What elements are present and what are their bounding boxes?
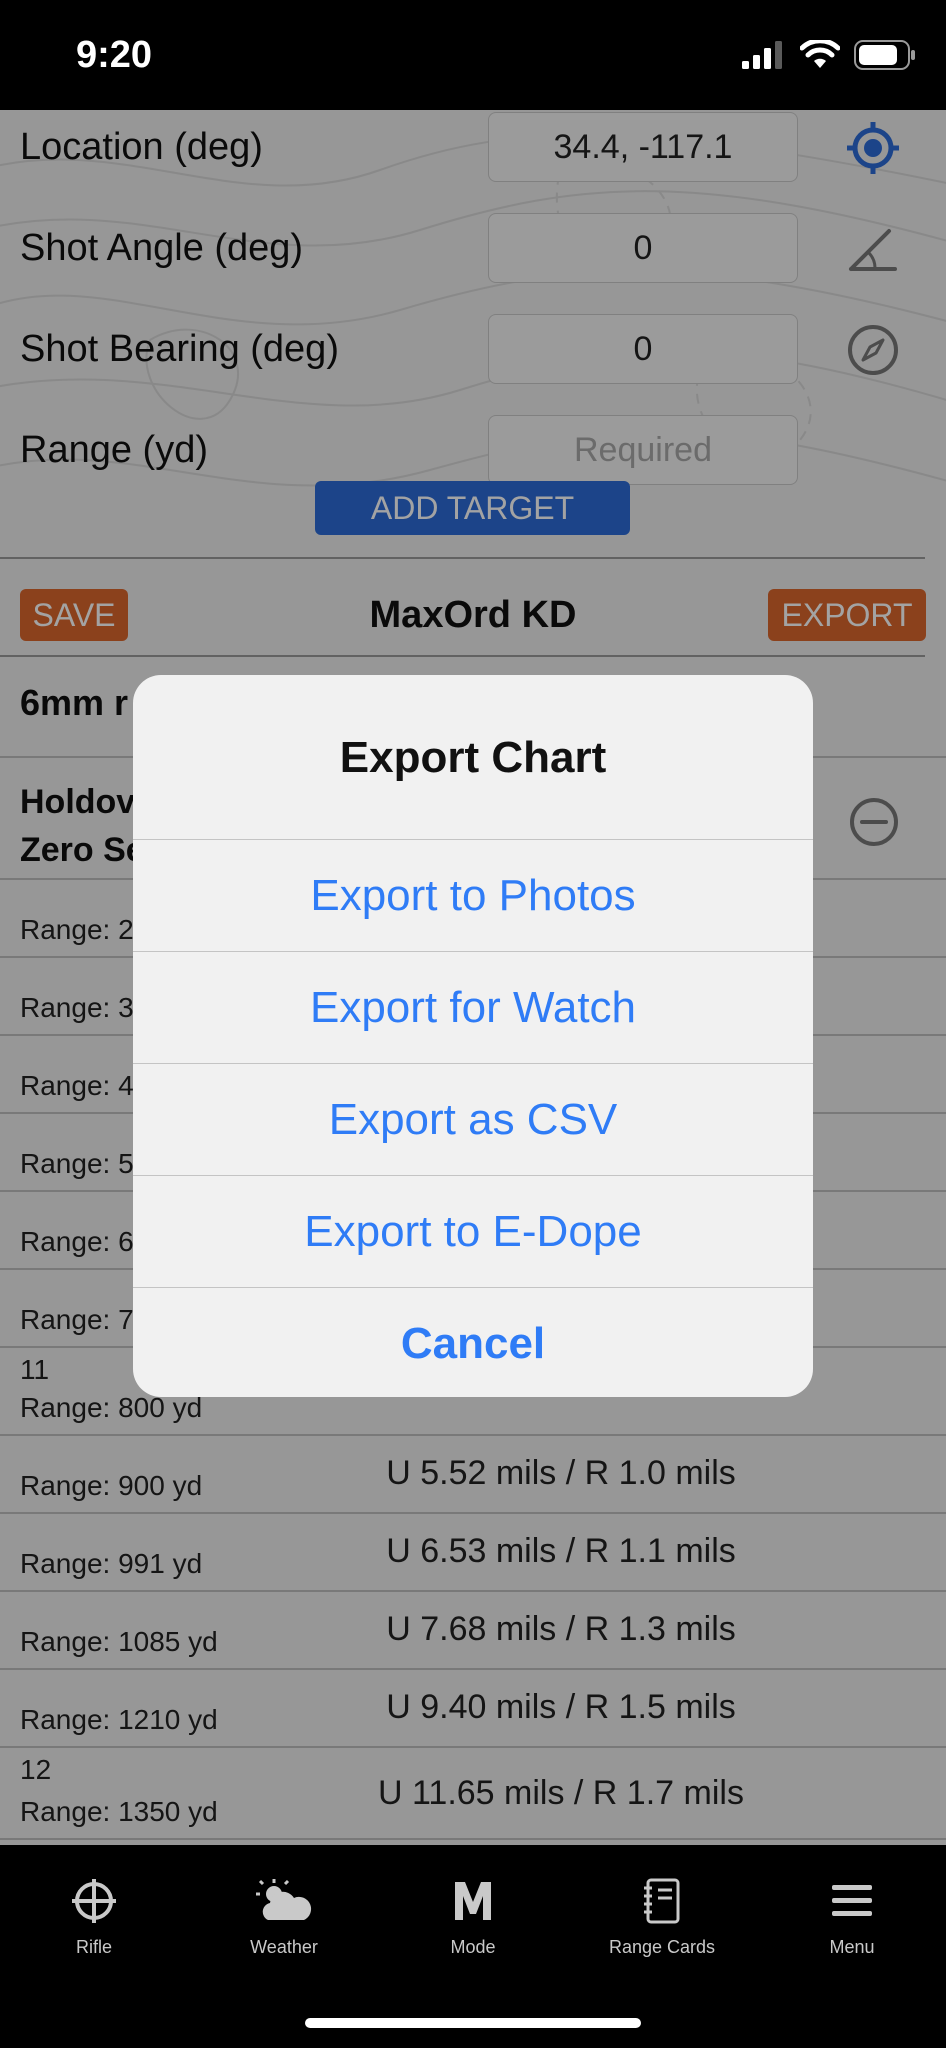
crosshair-icon xyxy=(72,1879,116,1923)
battery-icon xyxy=(854,40,915,70)
status-time: 9:20 xyxy=(76,34,153,76)
tab-rifle[interactable]: Rifle xyxy=(14,1873,174,1958)
tab-label: Mode xyxy=(450,1937,496,1957)
tab-range-cards[interactable]: Range Cards xyxy=(582,1873,742,1958)
tab-weather[interactable]: Weather xyxy=(204,1873,364,1958)
menu-icon xyxy=(832,1885,872,1916)
status-bar: 9:20 xyxy=(0,0,946,110)
tab-label: Weather xyxy=(250,1937,318,1957)
tab-label: Menu xyxy=(829,1937,875,1957)
status-icons xyxy=(742,40,916,70)
home-indicator xyxy=(305,2018,641,2028)
tab-mode[interactable]: Mode xyxy=(393,1873,553,1958)
wifi-icon xyxy=(800,40,840,68)
export-for-watch-button[interactable]: Export for Watch xyxy=(133,952,813,1064)
export-chart-dialog: Export Chart Export to Photos Export for… xyxy=(133,675,813,1397)
export-to-edope-button[interactable]: Export to E-Dope xyxy=(133,1176,813,1288)
notebook-icon xyxy=(644,1878,680,1924)
tab-label: Rifle xyxy=(75,1937,112,1957)
export-as-csv-button[interactable]: Export as CSV xyxy=(133,1064,813,1176)
dialog-title: Export Chart xyxy=(133,675,813,840)
tab-label: Range Cards xyxy=(608,1937,716,1957)
cancel-button[interactable]: Cancel xyxy=(133,1288,813,1397)
tab-menu[interactable]: Menu xyxy=(772,1873,932,1958)
export-to-photos-button[interactable]: Export to Photos xyxy=(133,840,813,952)
weather-icon xyxy=(256,1879,312,1920)
mode-icon xyxy=(455,1882,491,1920)
signal-icon xyxy=(742,41,782,69)
